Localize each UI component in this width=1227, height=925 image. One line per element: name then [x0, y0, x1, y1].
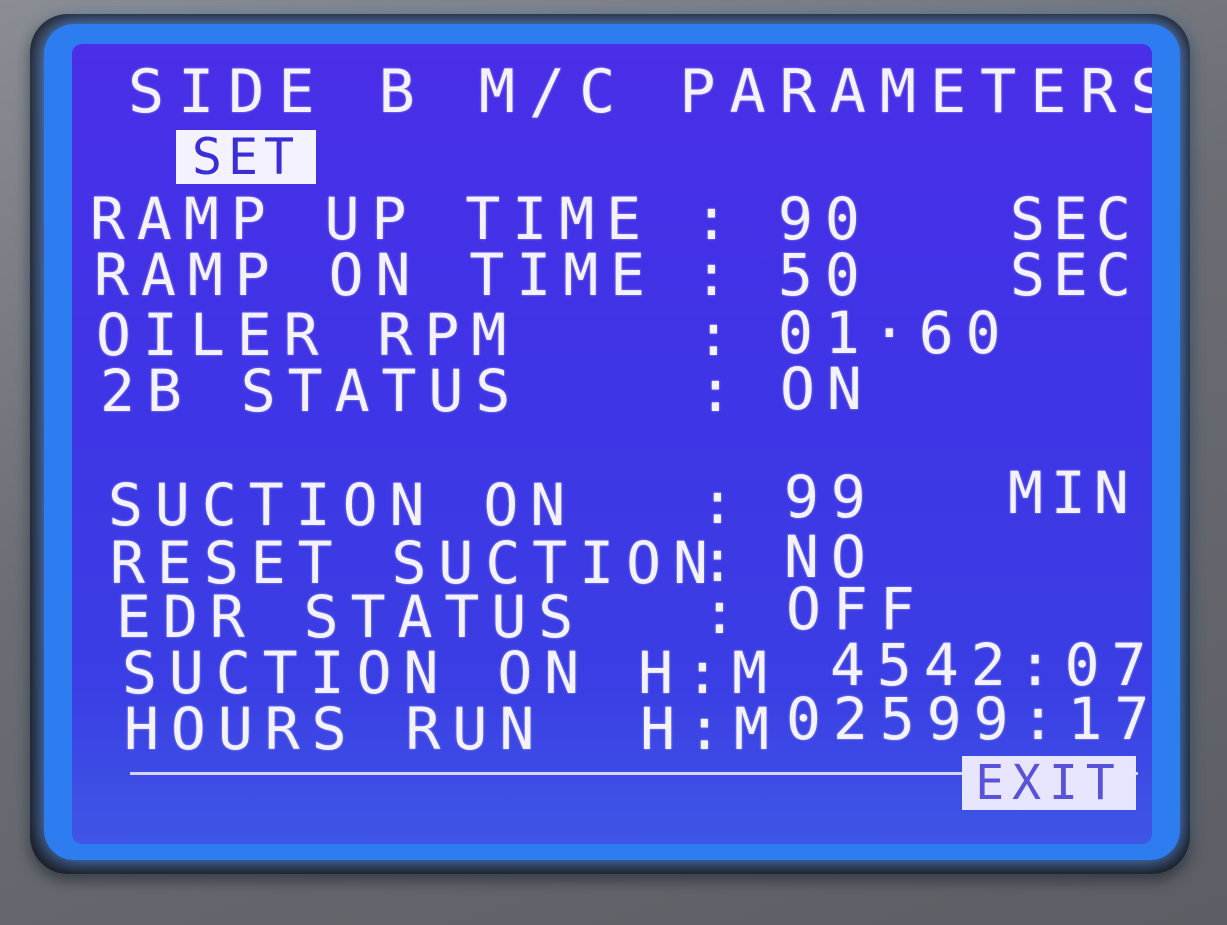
param-separator: : [694, 241, 739, 309]
param-value: 50 [778, 241, 872, 309]
param-unit: SEC [1010, 241, 1139, 309]
param-separator: : [698, 357, 743, 425]
param-label: 2B STATUS [100, 357, 523, 425]
exit-button[interactable]: EXIT [962, 756, 1136, 810]
lcd-screen: SIDE B M/C PARAMETERS SET RAMP UP TIME :… [72, 44, 1152, 844]
param-separator: : [702, 579, 747, 647]
counter-label: SUCTION ON H:M [122, 639, 779, 707]
param-label: RAMP UP TIME [90, 185, 654, 253]
param-separator: : [696, 301, 741, 369]
set-button[interactable]: SET [176, 130, 316, 184]
param-separator: : [694, 185, 739, 253]
param-unit: MIN [1008, 459, 1137, 527]
param-label: SUCTION ON [108, 471, 578, 539]
param-separator: : [700, 469, 745, 537]
param-label: RAMP ON TIME [94, 241, 658, 309]
param-value: OFF [786, 575, 927, 643]
page-title: SIDE B M/C PARAMETERS [128, 57, 1152, 127]
counter-value: 02599:17 [786, 685, 1152, 753]
param-label: OILER RPM [96, 301, 519, 369]
param-label: EDR STATUS [116, 583, 586, 651]
param-value: ON [780, 355, 874, 423]
param-value: 99 [784, 463, 878, 531]
param-unit: SEC [1010, 185, 1139, 253]
counter-label: HOURS RUN H:M [124, 695, 781, 763]
param-value: 90 [778, 185, 872, 253]
param-value: 01·60 [778, 299, 1013, 367]
